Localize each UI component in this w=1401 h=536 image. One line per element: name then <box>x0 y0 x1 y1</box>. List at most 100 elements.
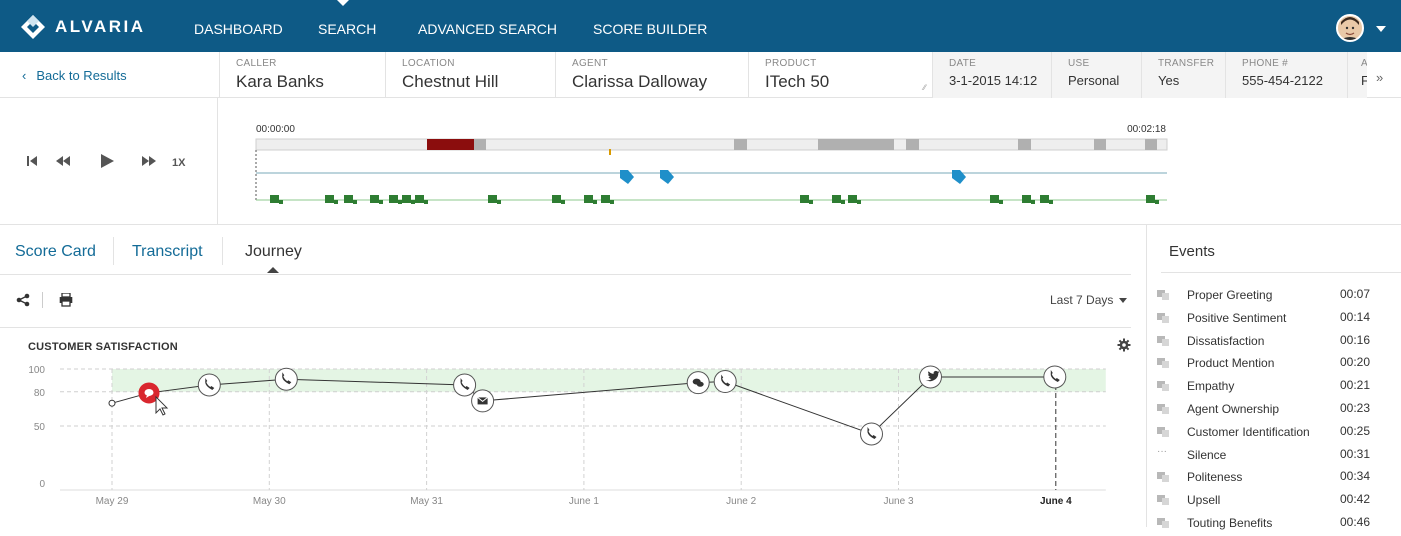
expand-chevrons-icon[interactable]: » <box>1376 70 1383 85</box>
event-time: 00:31 <box>1340 446 1371 461</box>
event-row[interactable]: ··· Silence 00:31 <box>1147 446 1401 468</box>
resize-handle-icon[interactable]: ∕∕ <box>923 83 926 92</box>
data-point-phone[interactable] <box>1043 365 1067 389</box>
bookmark-tag-icon <box>952 170 966 184</box>
product-field[interactable]: PRODUCT ITech 50 ∕∕ <box>748 52 932 98</box>
timeline-segment <box>818 139 894 150</box>
location-label: LOCATION <box>402 58 455 69</box>
brand-logo-icon <box>21 15 45 39</box>
chat-icon <box>1157 495 1169 506</box>
data-point-chat[interactable] <box>686 371 710 395</box>
chat-icon <box>1157 381 1169 392</box>
play-icon[interactable] <box>100 154 114 168</box>
chat-icon <box>1157 404 1169 414</box>
rewind-icon[interactable] <box>56 156 70 166</box>
playback-speed[interactable]: 1X <box>172 157 185 169</box>
event-row[interactable]: Customer Identification 00:25 <box>1147 423 1401 445</box>
fast-forward-icon[interactable] <box>142 156 156 166</box>
timeline-segment <box>1145 139 1157 150</box>
event-time: 00:07 <box>1340 287 1371 301</box>
bookmark-tag-icon <box>660 170 674 184</box>
chat-icon <box>1157 426 1169 437</box>
brand-logo[interactable]: ALVARIA <box>20 14 146 40</box>
timeline-start-time: 00:00:00 <box>256 124 295 135</box>
event-row[interactable]: Politeness 00:34 <box>1147 468 1401 490</box>
tab-divider <box>222 237 223 265</box>
chat-icon <box>1157 335 1169 346</box>
use-value: Personal <box>1068 73 1120 88</box>
date-field: DATE 3-1-2015 14:12 <box>932 52 1051 98</box>
event-row[interactable]: Agent Ownership 00:23 <box>1147 400 1401 422</box>
x-tick-label: May 29 <box>96 496 129 507</box>
event-name: Agent Ownership <box>1187 402 1280 416</box>
location-value: Chestnut Hill <box>402 72 499 91</box>
top-navigation-bar: ALVARIA DASHBOARD SEARCH ADVANCED SEARCH… <box>0 0 1401 52</box>
timeline-end-time: 00:02:18 <box>1127 124 1166 135</box>
data-point-phone[interactable] <box>197 373 221 397</box>
date-range-dropdown[interactable]: Last 7 Days <box>1050 293 1128 307</box>
event-row[interactable]: Proper Greeting 00:07 <box>1147 286 1401 308</box>
event-name: Proper Greeting <box>1187 288 1273 302</box>
event-time: 00:14 <box>1340 309 1371 324</box>
event-row[interactable]: Product Mention 00:20 <box>1147 354 1401 376</box>
transfer-value: Yes <box>1158 73 1180 88</box>
event-name: Silence <box>1187 447 1227 462</box>
user-menu-chevron-down-icon[interactable] <box>1376 26 1386 32</box>
use-field: USE Personal <box>1051 52 1141 98</box>
chat-icon <box>1157 472 1169 483</box>
data-point-email[interactable] <box>471 389 495 413</box>
event-row[interactable]: Empathy 00:21 <box>1147 377 1401 399</box>
event-row[interactable]: Positive Sentiment 00:14 <box>1147 309 1401 331</box>
tab-transcript[interactable]: Transcript <box>132 243 203 261</box>
data-point-phone[interactable] <box>860 422 883 446</box>
y-tick-label: 50 <box>34 422 46 433</box>
caller-field: CALLER Kara Banks <box>219 52 385 98</box>
nav-dashboard[interactable]: DASHBOARD <box>194 21 283 37</box>
data-point-phone[interactable] <box>274 367 298 391</box>
truncated-label: A <box>1361 58 1367 69</box>
timeline-segment <box>1094 139 1106 150</box>
timeline[interactable]: 00:00:00 00:02:18 <box>218 98 1401 225</box>
chevron-down-icon <box>1119 298 1128 304</box>
silence-icon: ··· <box>1157 445 1167 457</box>
nav-search[interactable]: SEARCH <box>318 21 376 37</box>
back-to-results-link[interactable]: ‹ Back to Results <box>22 68 127 83</box>
event-name: Positive Sentiment <box>1187 310 1287 325</box>
share-icon[interactable] <box>16 293 30 307</box>
data-point-twitter[interactable] <box>919 365 942 389</box>
event-row[interactable]: Upsell 00:42 <box>1147 491 1401 513</box>
nav-score-builder[interactable]: SCORE BUILDER <box>593 21 707 37</box>
phone-label: PHONE # <box>1242 58 1289 69</box>
brand-name: ALVARIA <box>55 17 146 36</box>
nav-advanced-search[interactable]: ADVANCED SEARCH <box>418 21 557 37</box>
x-tick-label: May 30 <box>253 496 286 507</box>
data-point <box>108 399 116 407</box>
event-row[interactable]: Touting Benefits 00:46 <box>1147 514 1401 536</box>
timeline-segment-played <box>427 139 474 150</box>
events-title: Events <box>1169 243 1215 260</box>
timeline-segment <box>734 139 747 150</box>
avatar[interactable] <box>1336 14 1364 42</box>
agent-field: AGENT Clarissa Dalloway <box>555 52 748 98</box>
timeline-segment <box>1018 139 1031 150</box>
truncated-value: F <box>1361 73 1367 88</box>
event-name: Customer Identification <box>1187 424 1310 439</box>
tab-score-card[interactable]: Score Card <box>15 243 96 261</box>
tab-journey[interactable]: Journey <box>245 243 302 261</box>
skip-to-start-icon[interactable] <box>27 156 37 166</box>
active-tab-indicator <box>267 267 279 273</box>
gear-icon[interactable] <box>1117 338 1131 352</box>
y-tick-label: 100 <box>28 365 45 376</box>
event-row[interactable]: Dissatisfaction 00:16 <box>1147 332 1401 354</box>
event-time: 00:42 <box>1340 492 1371 507</box>
chevron-left-icon: ‹ <box>22 68 27 83</box>
data-point-phone[interactable] <box>713 370 737 394</box>
timeline-graphic[interactable]: 00:00:00 00:02:18 <box>218 98 1401 225</box>
y-tick-label: 80 <box>34 388 46 399</box>
data-point-phone[interactable] <box>453 373 477 397</box>
print-icon[interactable] <box>59 293 73 307</box>
event-time: 00:16 <box>1340 332 1371 347</box>
user-avatar-icon <box>1338 16 1362 40</box>
bookmark-tags <box>620 170 966 184</box>
x-tick-label: June 2 <box>726 496 756 507</box>
